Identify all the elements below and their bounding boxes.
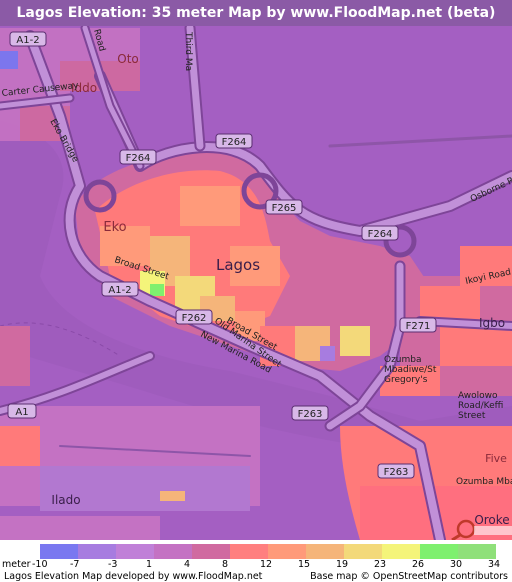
svg-text:A1-2: A1-2 (16, 35, 39, 46)
footer-credit: Lagos Elevation Map developed by www.Flo… (4, 571, 263, 582)
label-ilado: Ilado (51, 493, 80, 507)
legend-swatch (192, 544, 230, 559)
legend-tick-label: -10 (32, 559, 48, 570)
shield-f264-mid: F264 (215, 133, 253, 149)
legend-tick-label: 1 (146, 559, 153, 570)
legend-swatch (40, 544, 78, 559)
label-five: Five (485, 452, 507, 465)
legend-swatch (78, 544, 116, 559)
shield-a1: A1 (7, 403, 37, 419)
svg-text:A1: A1 (15, 407, 28, 418)
legend-swatch (268, 544, 306, 559)
svg-text:F271: F271 (406, 321, 431, 332)
shield-f263-low: F263 (377, 463, 415, 479)
svg-text:F264: F264 (126, 153, 151, 164)
svg-text:F265: F265 (272, 203, 297, 214)
svg-text:A1-2: A1-2 (108, 285, 131, 296)
legend-tick-label: 15 (298, 559, 311, 570)
label-oroke: Oroke (474, 513, 509, 527)
legend-tick-label: 34 (488, 559, 501, 570)
legend-tick-label: 4 (184, 559, 191, 570)
legend-tick-label: 23 (374, 559, 387, 570)
legend-swatch (458, 544, 496, 559)
elevation-legend: meter -10 -7 -3 1 4 8 12 15 19 23 26 30 34 (0, 540, 512, 570)
legend-tick-label: -3 (108, 559, 118, 570)
legend-swatch (154, 544, 192, 559)
legend-swatch (382, 544, 420, 559)
label-eko: Eko (103, 220, 126, 235)
shield-f271: F271 (399, 317, 437, 333)
shield-a1-2-mid: A1-2 (101, 281, 139, 297)
shield-a1-2-top: A1-2 (9, 31, 47, 47)
legend-tick-label: 30 (450, 559, 463, 570)
legend-tick-label: 12 (260, 559, 273, 570)
street-third-mainland: Third Ma (183, 31, 193, 71)
legend-tick-label: 19 (336, 559, 349, 570)
svg-text:F262: F262 (182, 313, 207, 324)
shield-f264-left: F264 (119, 149, 157, 165)
legend-tick-label: -7 (70, 559, 80, 570)
label-igbo: Igbo (479, 316, 505, 330)
legend-swatch (420, 544, 458, 559)
shield-f262: F262 (175, 309, 213, 325)
svg-text:F263: F263 (298, 409, 323, 420)
elevation-map[interactable]: A1-2 A1-2 A1 F264 F264 F264 F265 F262 F2… (0, 26, 512, 540)
legend-swatch (230, 544, 268, 559)
legend-swatch (116, 544, 154, 559)
svg-text:F264: F264 (222, 137, 247, 148)
legend-tick-label: 26 (412, 559, 425, 570)
legend-tick-label: 8 (222, 559, 229, 570)
label-ozumba-road: Ozumba Mbadi (456, 477, 512, 487)
svg-text:F264: F264 (368, 229, 393, 240)
svg-text:F263: F263 (384, 467, 409, 478)
legend-swatch (344, 544, 382, 559)
shield-f265: F265 (265, 199, 303, 215)
footer-basemap-credit: Base map © OpenStreetMap contributors (310, 571, 508, 582)
shield-f264-right: F264 (361, 225, 399, 241)
label-oto: Oto (117, 52, 139, 66)
legend-swatch (306, 544, 344, 559)
map-title: Lagos Elevation: 35 meter Map by www.Flo… (0, 0, 512, 26)
legend-unit-label: meter (2, 559, 31, 570)
shield-f263-mid: F263 (291, 405, 329, 421)
label-lagos: Lagos (216, 256, 260, 274)
